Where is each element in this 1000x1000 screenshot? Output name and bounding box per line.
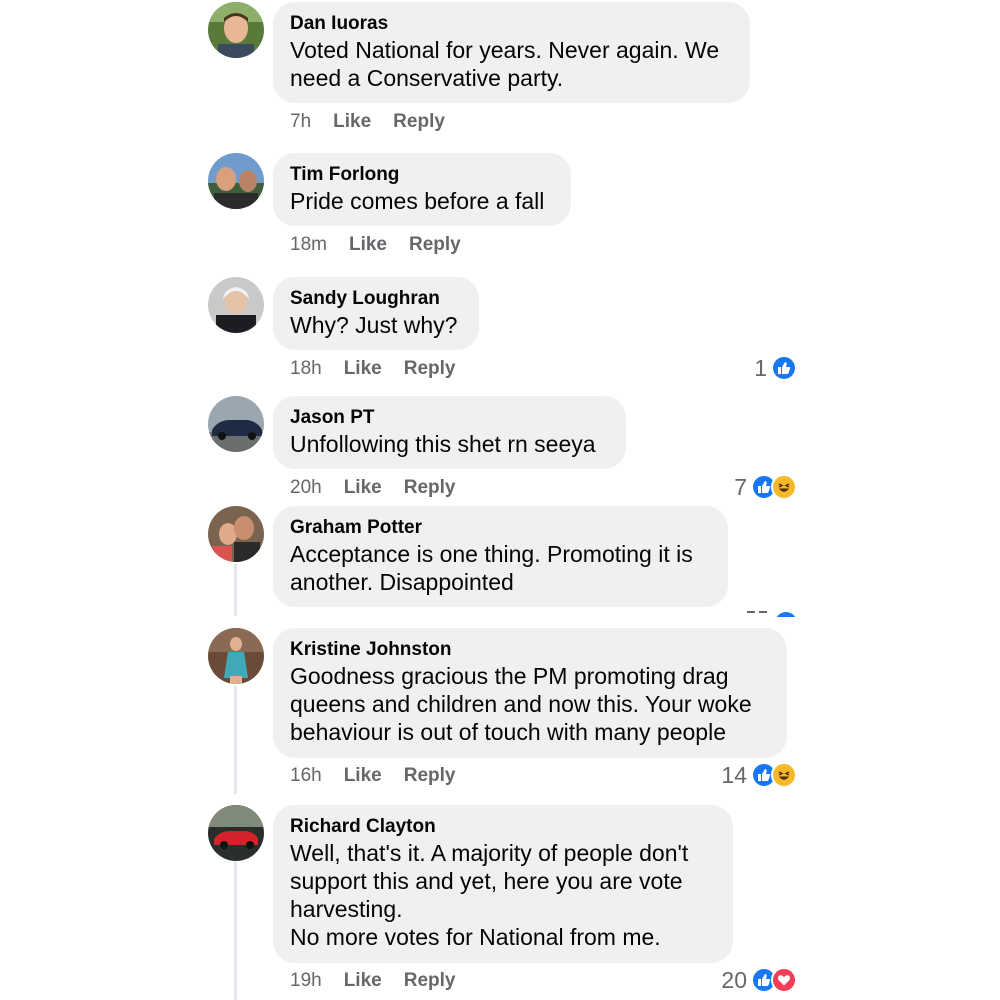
comment-meta: 20h Like Reply [290, 476, 477, 500]
reply-button[interactable]: Reply [393, 110, 445, 134]
avatar[interactable] [208, 277, 264, 333]
comment-author[interactable]: Richard Clayton [290, 815, 716, 839]
avatar[interactable] [208, 506, 264, 562]
comment-meta: 18m Like Reply [290, 233, 483, 257]
like-button[interactable]: Like [333, 110, 371, 134]
like-button[interactable]: Like [344, 476, 382, 500]
comment-text: Well, that's it. A majority of people do… [290, 840, 689, 950]
comment-meta: 19h Like Reply [290, 969, 477, 993]
reaction-count: 7 [734, 474, 747, 500]
reaction-summary-clipped [745, 611, 797, 617]
comment-meta: 16h Like Reply [290, 764, 477, 788]
reaction-count: 1 [754, 355, 767, 381]
reply-button[interactable]: Reply [409, 233, 461, 257]
comment-bubble: Tim Forlong Pride comes before a fall [273, 153, 571, 226]
reaction-summary[interactable]: 7 [734, 474, 797, 500]
comment-time[interactable]: 20h [290, 476, 322, 500]
reaction-summary[interactable]: 14 [721, 762, 797, 788]
haha-icon [771, 762, 797, 788]
like-icon [771, 355, 797, 381]
like-button[interactable]: Like [344, 969, 382, 993]
comment-text: Why? Just why? [290, 312, 458, 338]
like-button[interactable]: Like [344, 764, 382, 788]
reaction-summary[interactable]: 1 [754, 355, 797, 381]
avatar[interactable] [208, 153, 264, 209]
comment-author[interactable]: Graham Potter [290, 516, 711, 540]
comment-text: Voted National for years. Never again. W… [290, 37, 720, 91]
comment-time[interactable]: 19h [290, 969, 322, 993]
comment-bubble: Graham Potter Acceptance is one thing. P… [273, 506, 728, 607]
reaction-count: 14 [721, 762, 747, 788]
reaction-summary[interactable]: 20 [721, 967, 797, 993]
comment-time[interactable]: 18m [290, 233, 327, 257]
comment-text: Acceptance is one thing. Promoting it is… [290, 541, 693, 595]
avatar[interactable] [208, 2, 264, 58]
comment-bubble: Richard Clayton Well, that's it. A major… [273, 805, 733, 963]
comment-text: Goodness gracious the PM promoting drag … [290, 663, 752, 745]
comment-author[interactable]: Tim Forlong [290, 163, 554, 187]
comment-text: Unfollowing this shet rn seeya [290, 431, 596, 457]
comment-bubble: Jason PT Unfollowing this shet rn seeya [273, 396, 626, 469]
comment-bubble: Sandy Loughran Why? Just why? [273, 277, 479, 350]
thread-line [234, 862, 237, 1000]
reply-button[interactable]: Reply [404, 764, 456, 788]
comment-author[interactable]: Sandy Loughran [290, 287, 462, 311]
comment-meta: 18h Like Reply [290, 357, 477, 381]
avatar[interactable] [208, 396, 264, 452]
reply-button[interactable]: Reply [404, 476, 456, 500]
thread-line [234, 564, 237, 616]
comment-author[interactable]: Dan Iuoras [290, 12, 733, 36]
comment-meta: 7h Like Reply [290, 110, 467, 134]
comment-author[interactable]: Kristine Johnston [290, 638, 770, 662]
comment-bubble: Kristine Johnston Goodness gracious the … [273, 628, 787, 758]
love-icon [771, 967, 797, 993]
comment-time[interactable]: 7h [290, 110, 311, 134]
comment-text: Pride comes before a fall [290, 188, 545, 214]
comment-time[interactable]: 18h [290, 357, 322, 381]
reply-button[interactable]: Reply [404, 357, 456, 381]
haha-icon [771, 474, 797, 500]
reaction-count: 20 [721, 967, 747, 993]
comment-bubble: Dan Iuoras Voted National for years. Nev… [273, 2, 750, 103]
avatar[interactable] [208, 805, 264, 861]
reply-button[interactable]: Reply [404, 969, 456, 993]
like-button[interactable]: Like [349, 233, 387, 257]
comment-author[interactable]: Jason PT [290, 406, 609, 430]
comment-time[interactable]: 16h [290, 764, 322, 788]
thread-line [234, 686, 237, 794]
like-button[interactable]: Like [344, 357, 382, 381]
avatar[interactable] [208, 628, 264, 684]
